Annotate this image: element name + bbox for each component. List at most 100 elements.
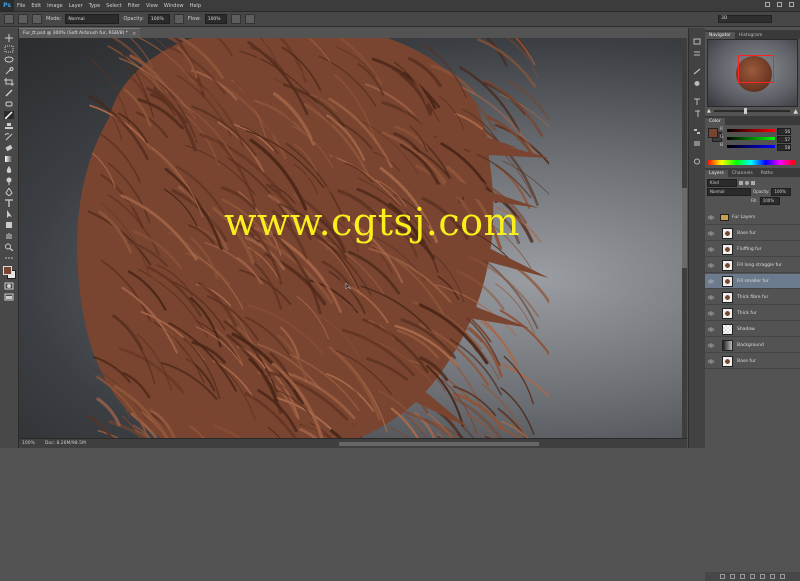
mode-select[interactable]: Normal [65, 14, 120, 24]
brush-tool-preset-icon[interactable] [4, 14, 14, 24]
navigator-thumbnail[interactable] [707, 39, 798, 107]
green-value[interactable]: 57 [777, 136, 791, 143]
menu-edit[interactable]: Edit [28, 3, 44, 9]
dodge-tool-icon[interactable] [4, 177, 14, 185]
airbrush-icon[interactable] [230, 14, 241, 24]
filter-pixel-icon[interactable] [739, 180, 743, 185]
menu-view[interactable]: View [143, 3, 161, 9]
brush-tool-icon[interactable] [4, 111, 14, 119]
minimize-icon[interactable] [765, 2, 770, 7]
tab-histogram[interactable]: Histogram [735, 32, 766, 39]
layer-opacity-field[interactable]: 100% [771, 187, 792, 196]
pen-tool-icon[interactable] [4, 187, 14, 197]
tab-channels[interactable]: Channels [728, 170, 757, 177]
layer-row[interactable]: Fluffing fur [705, 242, 800, 257]
screen-mode-icon[interactable] [4, 293, 14, 301]
workspace-select[interactable]: 3D [718, 15, 772, 23]
filter-adjust-icon[interactable] [745, 180, 749, 185]
close-window-icon[interactable] [789, 2, 794, 7]
brush-panel-toggle-icon[interactable] [32, 14, 42, 24]
layer-row[interactable]: Shadow [705, 322, 800, 337]
document-canvas[interactable]: www.cgtsj.com [19, 38, 682, 438]
shape-tool-icon[interactable] [4, 221, 14, 229]
layer-row[interactable]: Thick fur [705, 306, 800, 321]
new-layer-icon[interactable] [770, 574, 775, 579]
new-group-icon[interactable] [760, 574, 765, 579]
menu-select[interactable]: Select [103, 3, 124, 9]
hand-tool-icon[interactable] [4, 232, 14, 240]
brush-presets-icon[interactable] [693, 80, 701, 87]
vertical-scrollbar[interactable] [682, 38, 687, 438]
layer-row[interactable]: Fill smaller fur [705, 274, 800, 289]
layer-filter-kind[interactable]: Kind [707, 178, 737, 187]
type-tool-icon[interactable] [4, 199, 14, 207]
red-value[interactable]: 56 [777, 128, 791, 135]
paragraph-panel-icon[interactable] [693, 110, 701, 117]
red-slider[interactable] [727, 129, 775, 132]
move-tool-icon[interactable] [4, 34, 14, 42]
path-selection-tool-icon[interactable] [4, 210, 14, 218]
brush-size-icon[interactable] [18, 14, 28, 24]
document-size[interactable]: Doc: 8.26M/98.5M [45, 441, 86, 446]
clone-stamp-tool-icon[interactable] [4, 122, 14, 130]
foreground-color-swatch[interactable] [3, 266, 12, 275]
layer-visibility-eye-icon[interactable] [708, 311, 714, 316]
menu-file[interactable]: File [14, 3, 28, 9]
layer-visibility-eye-icon[interactable] [708, 231, 714, 236]
zoom-in-icon[interactable]: ▲ [793, 108, 798, 115]
layer-visibility-eye-icon[interactable] [708, 343, 714, 348]
quick-select-tool-icon[interactable] [4, 67, 14, 75]
styles-panel-icon[interactable] [693, 140, 701, 147]
eraser-tool-icon[interactable] [4, 144, 14, 152]
close-document-icon[interactable]: × [132, 31, 136, 37]
menu-help[interactable]: Help [187, 3, 204, 9]
tab-paths[interactable]: Paths [757, 170, 777, 177]
tab-navigator[interactable]: Navigator [705, 32, 736, 39]
layer-row[interactable]: Background [705, 338, 800, 353]
menu-layer[interactable]: Layer [66, 3, 86, 9]
navigator-view-box[interactable] [738, 55, 774, 83]
layer-visibility-eye-icon[interactable] [708, 247, 714, 252]
history-panel-icon[interactable] [693, 38, 701, 45]
document-tab[interactable]: Fur_tt.psd @ 300% (Soft Airbrush fur, RG… [19, 28, 141, 38]
menu-filter[interactable]: Filter [125, 3, 143, 9]
character-panel-icon[interactable] [693, 98, 701, 105]
healing-brush-tool-icon[interactable] [4, 100, 14, 108]
green-slider[interactable] [727, 137, 775, 140]
zoom-level[interactable]: 100% [22, 441, 35, 446]
blue-slider[interactable] [727, 145, 775, 148]
zoom-out-icon[interactable]: ▲ [707, 108, 711, 114]
zoom-slider-knob[interactable] [744, 108, 748, 114]
layer-visibility-eye-icon[interactable] [708, 359, 714, 364]
layer-row[interactable]: Base fur [705, 354, 800, 369]
history-brush-tool-icon[interactable] [4, 133, 14, 141]
navigator-zoom-slider[interactable] [713, 108, 791, 114]
opacity-field[interactable]: 100% [147, 14, 170, 24]
filter-type-icon[interactable] [751, 180, 755, 185]
layer-fill-field[interactable]: 100% [759, 196, 780, 205]
marquee-tool-icon[interactable] [4, 45, 14, 53]
menu-window[interactable]: Window [161, 3, 187, 9]
tab-layers[interactable]: Layers [705, 170, 728, 177]
swatches-panel-icon[interactable] [693, 128, 701, 135]
pressure-size-icon[interactable] [244, 14, 255, 24]
layer-row[interactable]: Fur Layers [705, 210, 800, 225]
layer-style-icon[interactable] [730, 574, 735, 579]
layer-row[interactable]: Thick fibre fur [705, 290, 800, 305]
tab-color[interactable]: Color [705, 118, 725, 125]
link-layers-icon[interactable] [720, 574, 725, 579]
layer-visibility-eye-icon[interactable] [708, 279, 714, 284]
layer-row[interactable]: Base fur [705, 226, 800, 241]
brush-panel-icon[interactable] [693, 68, 701, 75]
gradient-tool-icon[interactable] [4, 155, 14, 163]
maximize-icon[interactable] [777, 2, 782, 7]
adjustment-layer-icon[interactable] [750, 574, 755, 579]
blur-tool-icon[interactable] [4, 166, 14, 174]
eyedropper-tool-icon[interactable] [4, 89, 14, 97]
pressure-opacity-icon[interactable] [173, 14, 184, 24]
layer-visibility-eye-icon[interactable] [708, 327, 714, 332]
add-mask-icon[interactable] [740, 574, 745, 579]
color-spectrum-bar[interactable] [707, 160, 795, 165]
vertical-scroll-thumb[interactable] [682, 188, 687, 268]
zoom-tool-icon[interactable] [4, 243, 14, 252]
